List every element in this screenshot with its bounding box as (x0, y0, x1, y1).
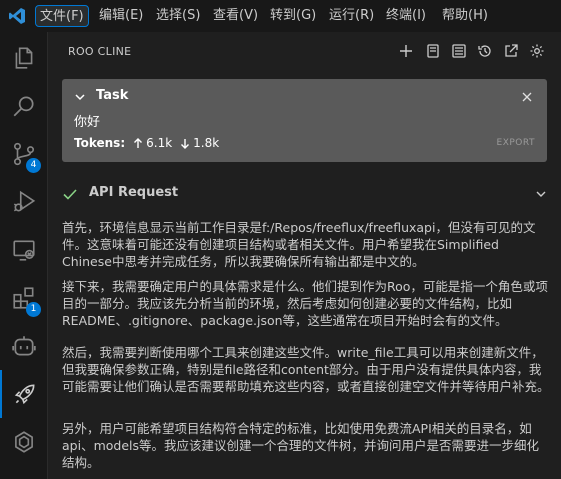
history-icon (478, 45, 491, 57)
run-debug-button[interactable] (0, 178, 48, 226)
open-in-editor-button[interactable] (501, 41, 521, 61)
reasoning-paragraph: 然后，我需要判断使用哪个工具来创建这些文件。write_file工具可以用来创建… (62, 345, 550, 394)
search-icon (13, 96, 34, 117)
external-link-icon (505, 44, 518, 57)
menu-help[interactable]: 帮助(H) (438, 5, 492, 27)
rocket-icon (14, 384, 35, 405)
roo-cline-panel: ROO CLINE Task 你好 Tokens: 6.1k 1.8k EXPO… (48, 32, 561, 479)
menu-run[interactable]: 运行(R) (325, 5, 378, 27)
arrow-up-icon (134, 137, 143, 148)
panel-title: ROO CLINE (68, 45, 132, 58)
files-icon (15, 47, 33, 69)
export-button[interactable]: EXPORT (497, 138, 535, 148)
menu-file[interactable]: 文件(F) (35, 5, 89, 27)
close-icon[interactable] (521, 91, 533, 103)
new-task-button[interactable] (396, 41, 416, 61)
roo-cline-button[interactable] (0, 370, 48, 418)
reasoning-paragraph: 另外，用户可能希望项目结构符合特定的标准，比如使用免费流API相关的目录名，如a… (62, 421, 540, 470)
openai-button[interactable] (0, 418, 48, 466)
task-text: 你好 (74, 115, 101, 130)
menu-terminal[interactable]: 终端(I) (382, 5, 430, 27)
mcp-servers-button[interactable] (423, 41, 443, 61)
search-button[interactable] (0, 82, 48, 130)
server-icon (427, 44, 439, 58)
reasoning-paragraph: 接下来，我需要确定用户的具体需求是什么。他们提到作为Roo，可能是指一个角色或项… (62, 279, 548, 328)
activity-bar: 4 1 (0, 32, 48, 479)
tokens-out-value: 1.8k (193, 136, 220, 150)
check-icon (63, 189, 77, 200)
api-request-row[interactable]: API Request (62, 183, 547, 205)
run-debug-icon (13, 190, 36, 212)
token-stats: Tokens: 6.1k 1.8k (74, 136, 227, 150)
settings-button[interactable] (527, 41, 547, 61)
chatgpt-icon (15, 431, 33, 453)
task-label: Task (96, 88, 129, 103)
extensions-button[interactable]: 1 (0, 274, 48, 322)
source-control-button[interactable]: 4 (0, 130, 48, 178)
vscode-logo-icon (9, 8, 25, 24)
menu-selection[interactable]: 选择(S) (152, 5, 204, 27)
robot-icon (12, 336, 36, 356)
explorer-button[interactable] (0, 34, 48, 82)
tokens-label: Tokens: (74, 136, 126, 150)
remote-explorer-button[interactable] (0, 226, 48, 274)
chevron-down-icon[interactable] (74, 91, 86, 103)
api-request-label: API Request (89, 185, 179, 200)
gear-icon (530, 44, 544, 58)
arrow-down-icon (181, 138, 190, 149)
extensions-badge: 1 (26, 302, 41, 317)
menu-edit[interactable]: 编辑(E) (95, 5, 147, 27)
prompts-button[interactable] (449, 41, 469, 61)
source-control-badge: 4 (26, 158, 41, 173)
reasoning-paragraph: 首先，环境信息显示当前工作目录是f:/Repos/freeflux/freefl… (62, 220, 536, 269)
copilot-button[interactable] (0, 322, 48, 370)
chevron-down-icon[interactable] (535, 188, 547, 200)
menu-go[interactable]: 转到(G) (266, 5, 320, 27)
menu-view[interactable]: 查看(V) (209, 5, 262, 27)
tokens-in-value: 6.1k (146, 136, 173, 150)
remote-explorer-icon (13, 240, 35, 261)
title-bar: 文件(F) 编辑(E) 选择(S) 查看(V) 转到(G) 运行(R) 终端(I… (0, 0, 561, 32)
plus-icon (400, 45, 412, 57)
list-icon (452, 44, 466, 58)
history-button[interactable] (475, 41, 495, 61)
task-card[interactable]: Task 你好 Tokens: 6.1k 1.8k EXPORT (62, 79, 547, 162)
